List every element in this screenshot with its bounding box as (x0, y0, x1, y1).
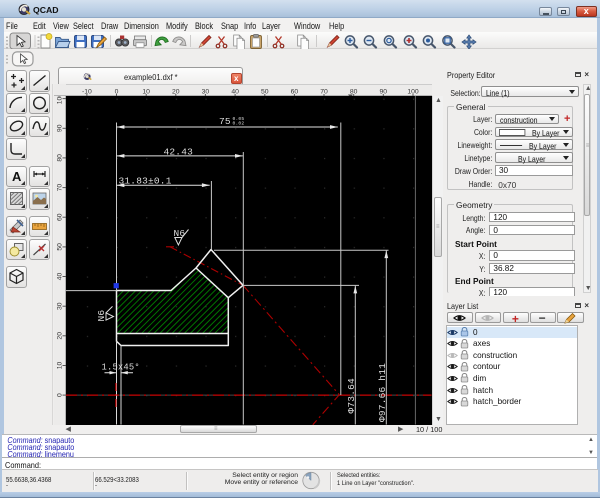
svg-text:100: 100 (407, 89, 419, 96)
svg-text:20: 20 (172, 89, 180, 96)
svg-text:31.83±0.1: 31.83±0.1 (119, 176, 172, 187)
svg-text:0: 0 (56, 393, 63, 397)
svg-text:50: 50 (261, 89, 269, 96)
svg-text:10: 10 (56, 362, 63, 370)
svg-text:-10: -10 (82, 89, 92, 96)
svg-text:100: 100 (56, 96, 63, 104)
svg-text:60: 60 (291, 89, 299, 96)
svg-text:80: 80 (56, 154, 63, 162)
svg-text:40: 40 (231, 89, 239, 96)
svg-text:42.43: 42.43 (164, 146, 194, 157)
svg-text:75: 75 (219, 116, 231, 127)
svg-text:0: 0 (115, 89, 119, 96)
svg-text:40: 40 (56, 273, 63, 281)
svg-text:30: 30 (56, 302, 63, 310)
svg-text:Φ97.66 h11: Φ97.66 h11 (377, 363, 388, 422)
svg-text:10: 10 (142, 89, 150, 96)
svg-text:20: 20 (56, 332, 63, 340)
svg-text:60: 60 (56, 213, 63, 221)
svg-text:90: 90 (56, 124, 63, 132)
svg-text:50: 50 (56, 243, 63, 251)
svg-text:Φ73.64: Φ73.64 (346, 378, 357, 414)
svg-text:N6: N6 (96, 310, 107, 322)
svg-text:80: 80 (350, 89, 358, 96)
svg-text:70: 70 (56, 184, 63, 192)
svg-text:1.5x45°: 1.5x45° (102, 362, 140, 372)
svg-text:30: 30 (202, 89, 210, 96)
svg-text:70: 70 (320, 89, 328, 96)
svg-text:90: 90 (380, 89, 388, 96)
svg-text:0.02: 0.02 (233, 121, 245, 127)
